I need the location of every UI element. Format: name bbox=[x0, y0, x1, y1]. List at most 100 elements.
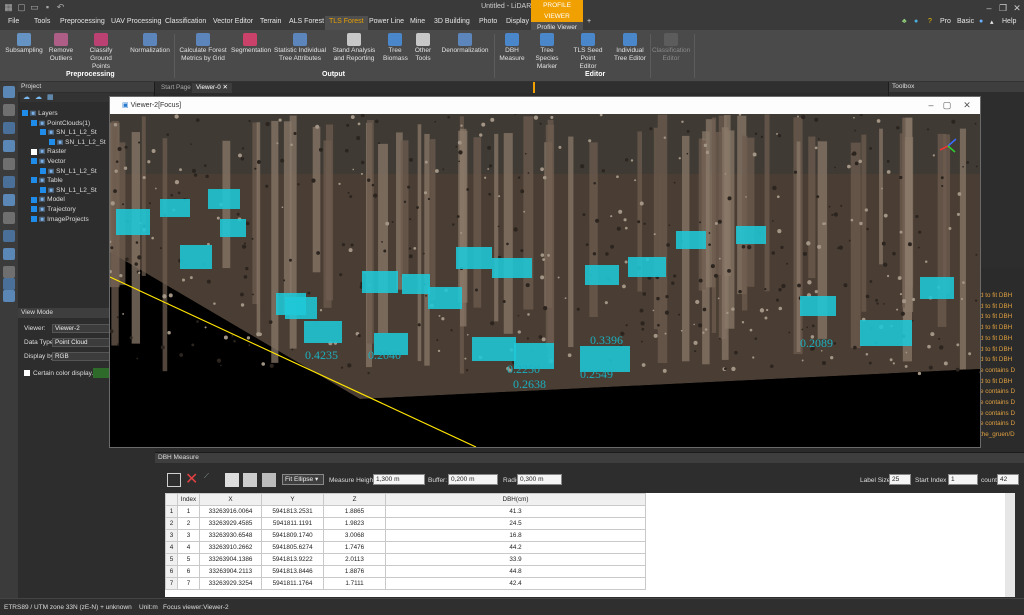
other-tools-button[interactable]: Other Tools bbox=[412, 33, 434, 63]
tree-tool-icon[interactable] bbox=[262, 473, 276, 487]
column-header[interactable]: X bbox=[199, 493, 262, 506]
data-type-select[interactable]: Point Cloud bbox=[52, 338, 112, 347]
tab-start-page[interactable]: Start Page bbox=[157, 83, 195, 93]
table-cell[interactable]: 24.5 bbox=[385, 517, 646, 530]
basic-label[interactable]: Basic bbox=[957, 18, 974, 25]
close-button[interactable]: ✕ bbox=[1010, 2, 1024, 14]
menu-mine[interactable]: Mine bbox=[410, 18, 425, 25]
table-cell[interactable]: 5941811.1764 bbox=[261, 577, 324, 590]
menu-terrain[interactable]: Terrain bbox=[260, 18, 281, 25]
measure-height-input[interactable]: 1,300 m bbox=[373, 474, 425, 485]
column-header[interactable]: Z bbox=[323, 493, 386, 506]
table-cell[interactable]: 6 bbox=[177, 565, 200, 578]
left-tool-11-icon[interactable] bbox=[3, 266, 15, 278]
save-icon[interactable] bbox=[167, 473, 181, 487]
export-icon[interactable] bbox=[243, 473, 257, 487]
table-cell[interactable]: 33.9 bbox=[385, 553, 646, 566]
tree-biomass-button[interactable]: Tree Biomass bbox=[383, 33, 408, 63]
tree-checkbox[interactable] bbox=[40, 167, 46, 174]
table-cell[interactable]: 33263930.6548 bbox=[199, 529, 262, 542]
menu-tools[interactable]: Tools bbox=[34, 18, 50, 25]
table-row[interactable]: 2 2 33263929.4585 5941811.1191 1.9823 24.5 bbox=[165, 517, 646, 530]
tab-viewer-0[interactable]: Viewer-0 ✕ bbox=[192, 83, 232, 93]
viewer-close-button[interactable]: ✕ bbox=[960, 97, 974, 114]
table-cell[interactable]: 33263916.0064 bbox=[199, 505, 262, 518]
certain-color-checkbox[interactable] bbox=[24, 370, 30, 376]
table-cell[interactable]: 1.7476 bbox=[323, 541, 386, 554]
tree-checkbox[interactable] bbox=[31, 196, 37, 203]
left-tool-3-icon[interactable] bbox=[3, 122, 15, 134]
tree-item[interactable]: ▣ SN_L1_L2_St bbox=[40, 186, 97, 194]
table-icon[interactable]: ▦ bbox=[47, 93, 54, 101]
help-menu[interactable]: Help bbox=[1002, 18, 1016, 25]
tree-item[interactable]: ▣ SN_L1_L2_St bbox=[49, 138, 106, 146]
restore-button[interactable]: ❐ bbox=[996, 2, 1010, 14]
table-cell[interactable]: 3.0068 bbox=[323, 529, 386, 542]
viewer-minimize-button[interactable]: – bbox=[924, 97, 938, 114]
individual-tree-editor-button[interactable]: Individual Tree Editor bbox=[612, 33, 648, 63]
tls-seed-point-editor-button[interactable]: TLS Seed Point Editor bbox=[567, 33, 609, 71]
subsampling-button[interactable]: Subsampling bbox=[5, 33, 43, 55]
add-record-icon[interactable] bbox=[225, 473, 239, 487]
table-cell[interactable]: 16.8 bbox=[385, 529, 646, 542]
count-input[interactable]: 42 bbox=[997, 474, 1019, 485]
viewer-select[interactable]: Viewer-2 bbox=[52, 324, 112, 333]
table-row[interactable]: 7 7 33263929.3254 5941811.1764 1.7111 42.4 bbox=[165, 577, 646, 590]
left-tool-2-icon[interactable] bbox=[3, 104, 15, 116]
row-header[interactable]: 1 bbox=[165, 505, 178, 518]
menu-3d-building[interactable]: 3D Building bbox=[434, 18, 470, 25]
stand-analysis-button[interactable]: Stand Analysis and Reporting bbox=[331, 33, 377, 63]
left-tool-9-icon[interactable] bbox=[3, 230, 15, 242]
statistic-tree-attributes-button[interactable]: Statistic Individual Tree Attributes bbox=[272, 33, 328, 63]
table-row[interactable]: 3 3 33263930.6548 5941809.1740 3.0068 16.8 bbox=[165, 529, 646, 542]
table-cell[interactable]: 5941813.2531 bbox=[261, 505, 324, 518]
normalization-button[interactable]: Normalization bbox=[128, 33, 172, 55]
row-header[interactable]: 2 bbox=[165, 517, 178, 530]
left-tool-12-icon[interactable] bbox=[3, 278, 15, 290]
cloud-icon[interactable]: ☁ bbox=[23, 93, 30, 101]
viewer-2-window[interactable]: ▣ Viewer-2[Focus] – ▢ ✕ 0.4235 0.2040 0.22… bbox=[109, 96, 981, 448]
table-cell[interactable]: 44.8 bbox=[385, 565, 646, 578]
pro-label[interactable]: Pro bbox=[940, 18, 951, 25]
menu-add-tab[interactable]: + bbox=[587, 18, 591, 25]
tree-checkbox[interactable] bbox=[31, 148, 37, 155]
minimize-button[interactable]: – bbox=[982, 2, 996, 14]
table-scrollbar[interactable] bbox=[1005, 493, 1015, 597]
label-size-input[interactable]: 25 bbox=[889, 474, 911, 485]
tree-item[interactable]: ▣ Vector bbox=[31, 157, 66, 165]
table-cell[interactable]: 1.8876 bbox=[323, 565, 386, 578]
column-header[interactable]: Y bbox=[261, 493, 324, 506]
table-cell[interactable]: 5941813.9222 bbox=[261, 553, 324, 566]
table-cell[interactable]: 5941811.1191 bbox=[261, 517, 324, 530]
tree-item[interactable]: ▣ Table bbox=[31, 176, 63, 184]
tree-checkbox[interactable] bbox=[49, 139, 55, 146]
tree-item[interactable]: ▣ Raster bbox=[31, 147, 66, 155]
left-tool-8-icon[interactable] bbox=[3, 212, 15, 224]
table-cell[interactable]: 7 bbox=[177, 577, 200, 590]
menu-als-forest[interactable]: ALS Forest bbox=[289, 18, 324, 25]
tree-item[interactable]: ▣ SN_L1_L2_St bbox=[40, 167, 97, 175]
profile-viewer-context-tab[interactable]: PROFILE VIEWER Profile Viewer bbox=[531, 0, 583, 33]
table-cell[interactable]: 1.7111 bbox=[323, 577, 386, 590]
denormalization-button[interactable]: Denormalization bbox=[440, 33, 490, 55]
column-header[interactable]: Index bbox=[177, 493, 200, 506]
left-tool-7-icon[interactable] bbox=[3, 194, 15, 206]
menu-power-line[interactable]: Power Line bbox=[369, 18, 404, 25]
tree-checkbox[interactable] bbox=[31, 215, 37, 222]
row-header[interactable]: 4 bbox=[165, 541, 178, 554]
menu-uav-processing[interactable]: UAV Processing bbox=[111, 18, 161, 25]
table-cell[interactable]: 2.0113 bbox=[323, 553, 386, 566]
table-cell[interactable]: 5941805.6274 bbox=[261, 541, 324, 554]
radius-input[interactable]: 0,300 m bbox=[517, 474, 562, 485]
table-cell[interactable]: 33263904.1386 bbox=[199, 553, 262, 566]
row-header[interactable]: 5 bbox=[165, 553, 178, 566]
table-cell[interactable]: 33263904.2113 bbox=[199, 565, 262, 578]
dbh-measure-button[interactable]: DBH Measure bbox=[499, 33, 525, 63]
tree-checkbox[interactable] bbox=[31, 158, 37, 165]
table-cell[interactable]: 42.4 bbox=[385, 577, 646, 590]
classify-ground-points-button[interactable]: Classify Ground Points bbox=[78, 33, 124, 71]
menu-photo[interactable]: Photo bbox=[479, 18, 497, 25]
menu-file[interactable]: File bbox=[8, 18, 19, 25]
tree-checkbox[interactable] bbox=[40, 129, 46, 136]
user-icon[interactable]: ♣ bbox=[902, 18, 907, 25]
